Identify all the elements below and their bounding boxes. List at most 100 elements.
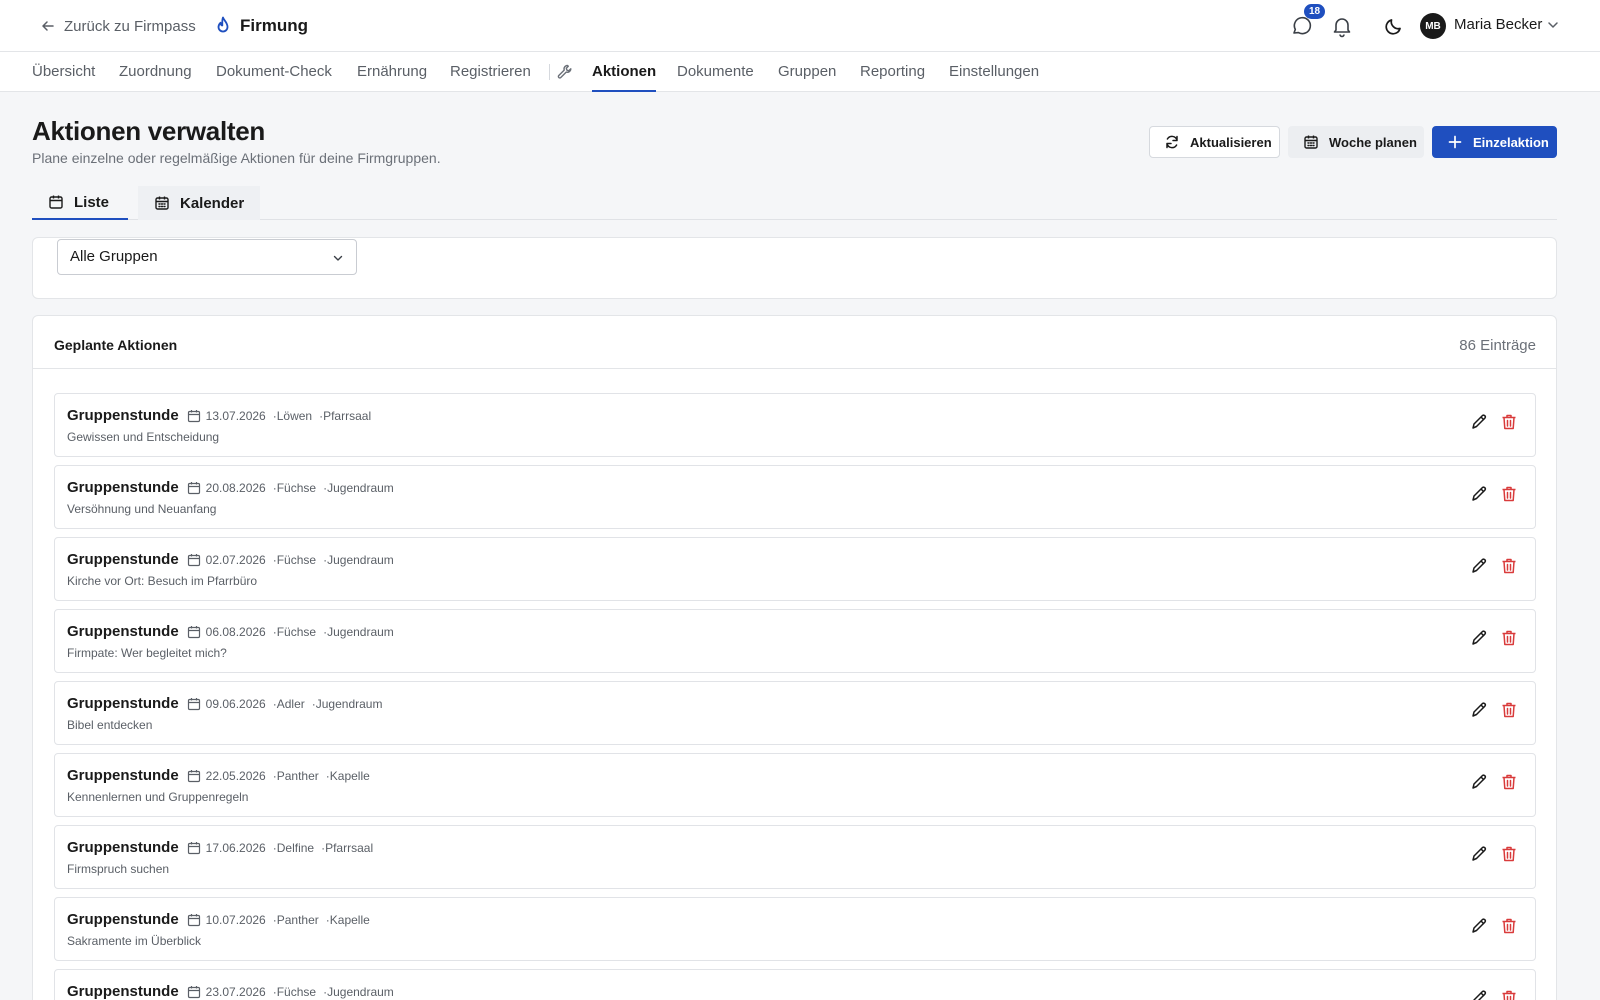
nav-item-aktionen[interactable]: Aktionen — [592, 52, 657, 92]
pencil-icon — [1469, 628, 1489, 648]
edit-button[interactable] — [1469, 844, 1489, 864]
delete-button[interactable] — [1499, 772, 1519, 792]
action-list-item[interactable]: Gruppenstunde 06.08.2026 ·Füchse ·Jugend… — [54, 609, 1536, 673]
delete-button[interactable] — [1499, 412, 1519, 432]
action-topic: Gewissen und Entscheidung — [67, 430, 220, 444]
nav-item-zuordnung[interactable]: Zuordnung — [119, 52, 192, 92]
action-list-item[interactable]: Gruppenstunde 17.06.2026 ·Delfine ·Pfarr… — [54, 825, 1536, 889]
action-room: ·Jugendraum — [311, 696, 383, 711]
delete-button[interactable] — [1499, 916, 1519, 936]
nav-item-reporting[interactable]: Reporting — [860, 52, 925, 92]
action-list-item[interactable]: Gruppenstunde 10.07.2026 ·Panther ·Kapel… — [54, 897, 1536, 961]
top-bar: Zurück zu Firmpass Firmung 18 MB Maria B… — [0, 0, 1600, 52]
refresh-icon — [1164, 134, 1180, 150]
action-title: Gruppenstunde — [67, 767, 179, 784]
action-room: ·Kapelle — [325, 912, 370, 927]
delete-button[interactable] — [1499, 628, 1519, 648]
action-group: ·Füchse — [272, 984, 317, 999]
action-date: 20.08.2026 — [205, 480, 266, 495]
action-list-item[interactable]: Gruppenstunde 09.06.2026 ·Adler ·Jugendr… — [54, 681, 1536, 745]
edit-button[interactable] — [1469, 916, 1489, 936]
edit-button[interactable] — [1469, 988, 1489, 1000]
action-date: 02.07.2026 — [205, 552, 266, 567]
wrench-icon[interactable] — [556, 63, 574, 81]
delete-button[interactable] — [1499, 844, 1519, 864]
back-link[interactable]: Zurück zu Firmpass — [40, 14, 196, 38]
trash-icon — [1499, 556, 1519, 576]
theme-toggle[interactable] — [1382, 14, 1406, 38]
action-list-item[interactable]: Gruppenstunde 13.07.2026 ·Löwen ·Pfarrsa… — [54, 393, 1536, 457]
action-meta-line: Gruppenstunde 02.07.2026 ·Füchse ·Jugend… — [67, 551, 401, 568]
nav-item-ernaehrung[interactable]: Ernährung — [357, 52, 427, 92]
delete-button[interactable] — [1499, 556, 1519, 576]
notifications-button[interactable] — [1330, 14, 1354, 38]
calendar-icon — [187, 985, 201, 999]
nav-item-dokument-check[interactable]: Dokument-Check — [216, 52, 332, 92]
edit-button[interactable] — [1469, 412, 1489, 432]
action-date: 06.08.2026 — [205, 624, 266, 639]
edit-button[interactable] — [1469, 700, 1489, 720]
action-group: ·Füchse — [272, 552, 317, 567]
action-title: Gruppenstunde — [67, 407, 179, 424]
chevron-down-icon[interactable] — [1546, 18, 1560, 32]
action-date: 23.07.2026 — [205, 984, 266, 999]
delete-button[interactable] — [1499, 484, 1519, 504]
single-action-button[interactable]: Einzelaktion — [1432, 126, 1557, 158]
calendar-icon — [187, 553, 201, 567]
edit-button[interactable] — [1469, 484, 1489, 504]
group-filter-select[interactable]: Alle Gruppen — [57, 239, 357, 275]
calendar-grid-icon — [1303, 134, 1319, 150]
back-link-label: Zurück zu Firmpass — [64, 17, 196, 35]
single-action-button-label: Einzelaktion — [1473, 134, 1549, 150]
nav-item-einstellungen[interactable]: Einstellungen — [949, 52, 1039, 92]
calendar-icon — [48, 194, 64, 210]
action-meta-line: Gruppenstunde 06.08.2026 ·Füchse ·Jugend… — [67, 623, 401, 640]
chevron-down-icon — [332, 252, 344, 264]
avatar[interactable]: MB — [1420, 13, 1446, 39]
delete-button[interactable] — [1499, 988, 1519, 1000]
action-topic: Bibel entdecken — [67, 718, 153, 732]
nav-item-registrieren[interactable]: Registrieren — [450, 52, 531, 92]
edit-button[interactable] — [1469, 556, 1489, 576]
action-room: ·Jugendraum — [323, 480, 394, 495]
action-list-item[interactable]: Gruppenstunde 20.08.2026 ·Füchse ·Jugend… — [54, 465, 1536, 529]
calendar-icon — [187, 481, 201, 495]
action-room: ·Kapelle — [325, 768, 370, 783]
plan-week-button[interactable]: Woche planen — [1288, 126, 1424, 158]
action-list-item[interactable]: Gruppenstunde 23.07.2026 ·Füchse ·Jugend… — [54, 969, 1536, 1000]
trash-icon — [1499, 700, 1519, 720]
action-title: Gruppenstunde — [67, 695, 179, 712]
nav-item-gruppen[interactable]: Gruppen — [778, 52, 836, 92]
action-topic: Kennenlernen und Gruppenregeln — [67, 790, 249, 804]
planned-actions-card: Geplante Aktionen 86 Einträge Gruppenstu… — [32, 315, 1557, 1000]
page-subtitle: Plane einzelne oder regelmäßige Aktionen… — [32, 150, 441, 166]
calendar-icon — [187, 841, 201, 855]
nav-item-uebersicht[interactable]: Übersicht — [32, 52, 95, 92]
action-list-item[interactable]: Gruppenstunde 22.05.2026 ·Panther ·Kapel… — [54, 753, 1536, 817]
refresh-button[interactable]: Aktualisieren — [1149, 126, 1280, 158]
action-meta-line: Gruppenstunde 20.08.2026 ·Füchse ·Jugend… — [67, 479, 401, 496]
tab-kalender[interactable]: Kalender — [138, 186, 260, 220]
action-date: 13.07.2026 — [205, 408, 266, 423]
delete-button[interactable] — [1499, 700, 1519, 720]
trash-icon — [1499, 916, 1519, 936]
edit-button[interactable] — [1469, 772, 1489, 792]
calendar-icon — [187, 769, 201, 783]
plus-icon — [1447, 134, 1463, 150]
tab-liste[interactable]: Liste — [32, 186, 128, 220]
plan-week-button-label: Woche planen — [1329, 134, 1417, 150]
tab-kalender-label: Kalender — [180, 194, 245, 212]
action-title: Gruppenstunde — [67, 911, 179, 928]
list-title: Geplante Aktionen — [54, 337, 178, 353]
action-list-item[interactable]: Gruppenstunde 02.07.2026 ·Füchse ·Jugend… — [54, 537, 1536, 601]
action-meta-line: Gruppenstunde 09.06.2026 ·Adler ·Jugendr… — [67, 695, 389, 712]
calendar-icon — [187, 409, 201, 423]
user-name[interactable]: Maria Becker — [1454, 16, 1542, 33]
action-title: Gruppenstunde — [67, 479, 179, 496]
edit-button[interactable] — [1469, 628, 1489, 648]
action-group: ·Adler — [272, 696, 305, 711]
trash-icon — [1499, 772, 1519, 792]
nav-item-dokumente[interactable]: Dokumente — [677, 52, 754, 92]
tab-liste-label: Liste — [74, 193, 110, 211]
flame-icon — [214, 16, 232, 36]
